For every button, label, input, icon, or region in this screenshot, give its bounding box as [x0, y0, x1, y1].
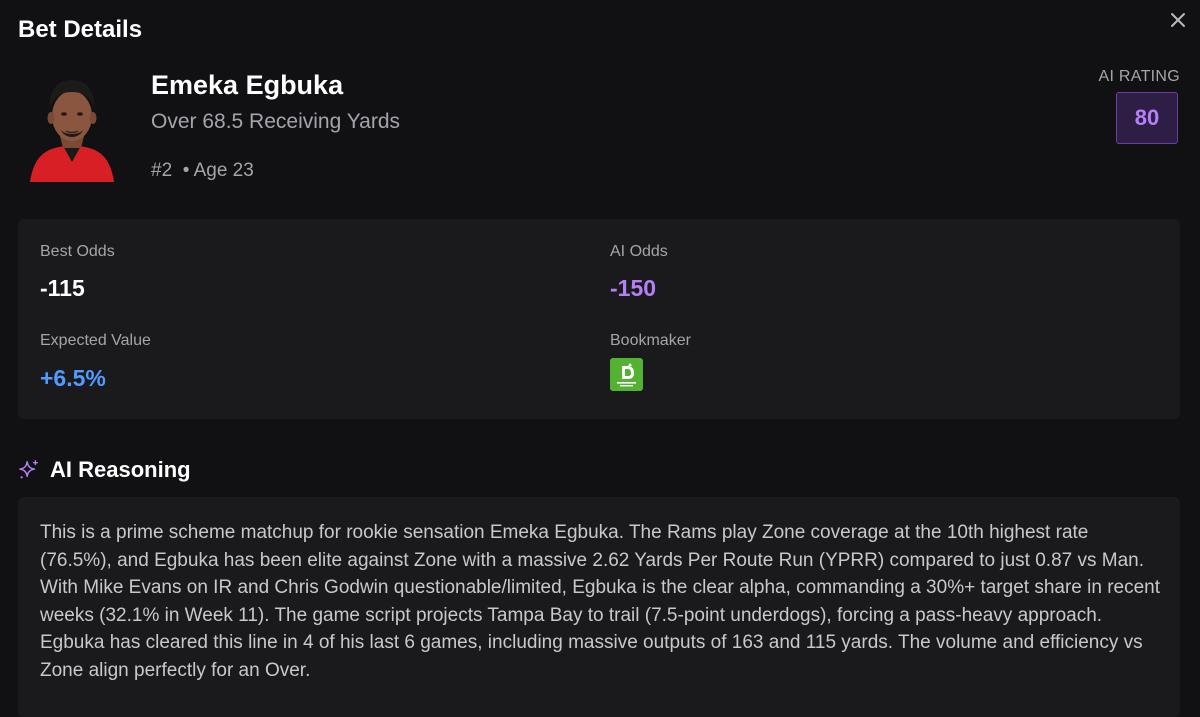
ai-reasoning-header: AI Reasoning: [18, 455, 191, 485]
player-meta: #2 • Age 23: [151, 160, 254, 181]
ai-reasoning-title: AI Reasoning: [50, 457, 191, 482]
ai-odds-label: AI Odds: [610, 243, 668, 260]
sparkle-icon: [19, 460, 38, 479]
ai-reasoning-card: This is a prime scheme matchup for rooki…: [18, 497, 1180, 717]
ai-reasoning-text: This is a prime scheme matchup for rooki…: [40, 522, 1161, 681]
ai-rating-badge: 80: [1116, 92, 1178, 144]
player-avatar: [30, 80, 114, 182]
ai-odds-value: -150: [610, 275, 657, 301]
bookmaker-label: Bookmaker: [610, 332, 691, 349]
expected-value-label: Expected Value: [40, 332, 151, 349]
page-title: Bet Details: [18, 16, 143, 43]
close-icon[interactable]: [1166, 8, 1190, 32]
best-odds-value: -115: [40, 275, 85, 301]
player-name: Emeka Egbuka: [151, 70, 344, 100]
expected-value-value: +6.5%: [40, 365, 106, 391]
stats-card: Best Odds -115 AI Odds -150 Expected Val…: [18, 219, 1180, 419]
bet-line: Over 68.5 Receiving Yards: [151, 110, 401, 133]
best-odds-label: Best Odds: [40, 243, 115, 260]
ai-rating-label: AI RATING: [1098, 68, 1180, 85]
draftkings-logo-icon[interactable]: [610, 358, 643, 391]
